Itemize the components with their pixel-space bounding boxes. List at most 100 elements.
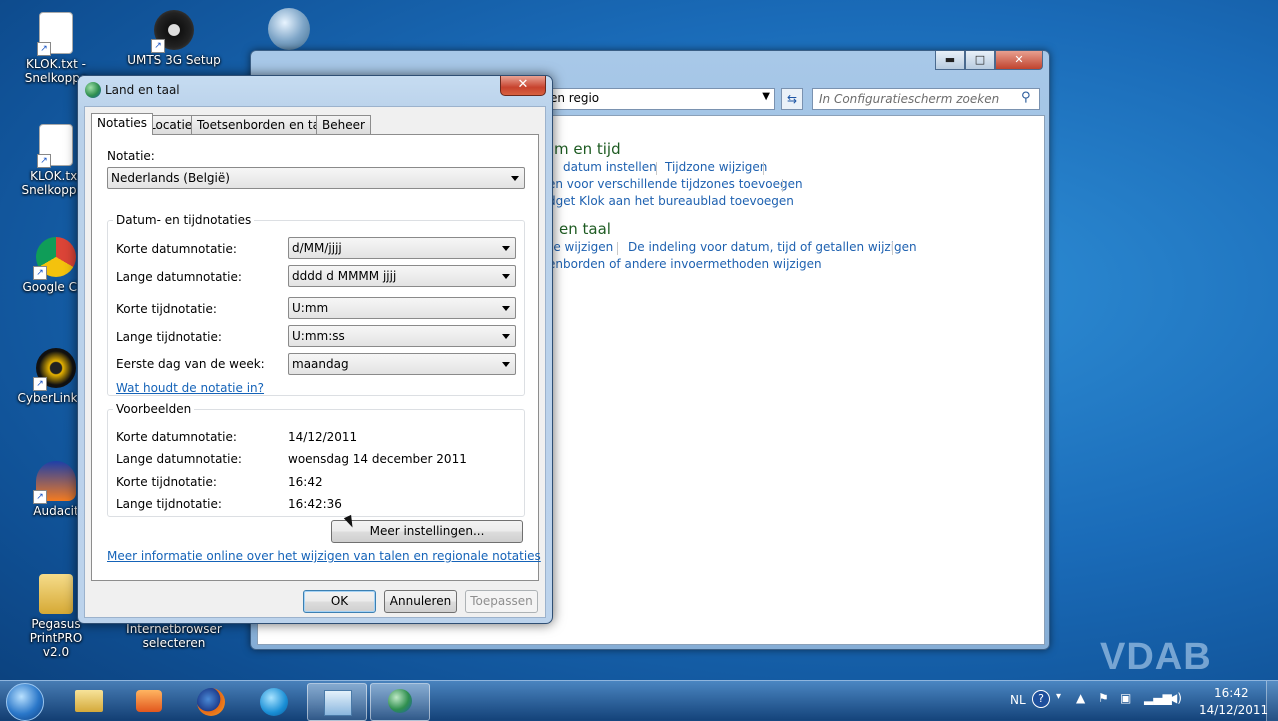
short-time-value: U:mm — [292, 301, 329, 315]
long-date-select[interactable]: dddd d MMMM jjjj — [288, 265, 516, 287]
firefox-taskbar-icon[interactable] — [182, 683, 240, 719]
chevron-down-icon[interactable]: ▼ — [762, 91, 770, 102]
minimize-button[interactable]: ▬ — [935, 51, 965, 70]
separator — [763, 162, 764, 175]
link-clocks[interactable]: en voor verschillende tijdzones toevoege… — [548, 177, 803, 191]
desktop-icon-label: UMTS 3G Setup — [127, 53, 221, 67]
example-value: 16:42:36 — [288, 497, 342, 511]
first-day-label: Eerste dag van de week: — [116, 357, 265, 371]
chevron-down-icon — [502, 334, 510, 339]
format-label: Notatie: — [107, 149, 155, 163]
vdab-watermark: VDAB — [1100, 636, 1212, 678]
dialog-title: Land en taal — [105, 83, 180, 97]
first-day-value: maandag — [292, 357, 349, 371]
long-time-select[interactable]: U:mm:ss — [288, 325, 516, 347]
action-center-flag-icon[interactable]: ⚑ — [1098, 691, 1109, 705]
short-time-select[interactable]: U:mm — [288, 297, 516, 319]
link-keyboards[interactable]: enborden of andere invoermethoden wijzig… — [548, 257, 822, 271]
link-gadget[interactable]: dget Klok aan het bureaublad toevoegen — [548, 194, 794, 208]
text-file-icon: ↗ — [37, 124, 73, 168]
dialog-close-button[interactable]: ✕ — [500, 76, 546, 96]
first-day-select[interactable]: maandag — [288, 353, 516, 375]
link-set-date[interactable]: datum instellen — [563, 160, 657, 174]
window-caption-buttons: ▬ □ ✕ — [935, 51, 1043, 70]
cancel-button[interactable]: Annuleren — [384, 590, 457, 613]
section-date-time-title[interactable]: m en tijd — [554, 140, 621, 158]
text-file-icon: ↗ — [37, 12, 73, 56]
chevron-down-icon — [511, 176, 519, 181]
media-player-taskbar-icon[interactable] — [120, 683, 178, 719]
example-label: Lange datumnotatie: — [116, 452, 242, 466]
tab-beheer[interactable]: Beheer — [316, 115, 371, 134]
refresh-icon[interactable]: ⇆ — [781, 88, 803, 110]
address-text: en regio — [550, 91, 600, 105]
link-timezone[interactable]: Tijdzone wijzigen — [665, 160, 767, 174]
example-value: 16:42 — [288, 475, 323, 489]
desktop-icon-label: Internetbrowser — [126, 622, 222, 636]
globe-shortcut-icon[interactable] — [268, 8, 310, 50]
control-panel-taskbar-icon[interactable] — [307, 683, 367, 721]
example-value: woensdag 14 december 2011 — [288, 452, 467, 466]
power-icon[interactable]: ▣ — [1120, 691, 1131, 705]
more-info-link[interactable]: Meer informatie online over het wijzigen… — [107, 549, 541, 563]
explorer-taskbar-icon[interactable] — [60, 683, 118, 719]
notaties-panel: Notatie: Nederlands (België) Datum- en t… — [91, 134, 541, 581]
short-date-select[interactable]: d/MM/jjjj — [288, 237, 516, 259]
link-change-location[interactable]: le wijzigen — [550, 240, 613, 254]
long-date-label: Lange datumnotatie: — [116, 270, 242, 284]
desktop-icon-label: v2.0 — [42, 645, 70, 659]
start-button[interactable] — [6, 683, 44, 721]
audacity-icon: ↗ — [33, 461, 76, 504]
example-value: 14/12/2011 — [288, 430, 358, 444]
help-icon[interactable]: ? — [1032, 690, 1050, 708]
more-settings-button[interactable]: Meer instellingen... — [331, 520, 523, 543]
umts-setup-icon: ↗ — [151, 10, 194, 53]
desktop-icon-label: KLOK.txt - — [26, 57, 86, 71]
short-time-label: Korte tijdnotatie: — [116, 302, 217, 316]
desktop-icon-label: selecteren — [142, 636, 206, 650]
address-bar[interactable]: en regio ▼ — [541, 88, 775, 110]
region-taskbar-icon[interactable] — [370, 683, 430, 721]
example-label: Lange tijdnotatie: — [116, 497, 222, 511]
example-label: Korte tijdnotatie: — [116, 475, 217, 489]
apply-button[interactable]: Toepassen — [465, 590, 538, 613]
tab-notaties[interactable]: Notaties — [91, 113, 154, 135]
close-button[interactable]: ✕ — [995, 51, 1043, 70]
short-date-label: Korte datumnotatie: — [116, 242, 237, 256]
format-select[interactable]: Nederlands (België) — [107, 167, 525, 189]
clock-date[interactable]: 14/12/2011 — [1199, 703, 1268, 717]
keyboard-settings-icon[interactable]: ▾ — [1056, 691, 1061, 702]
skype-taskbar-icon[interactable] — [245, 683, 303, 719]
globe-icon — [85, 82, 101, 98]
section-region-language-title[interactable]: en taal — [559, 220, 611, 238]
link-change-format[interactable]: De indeling voor datum, tijd of getallen… — [628, 240, 917, 254]
separator — [892, 242, 893, 255]
notation-help-link[interactable]: Wat houdt de notatie in? — [116, 381, 264, 395]
chevron-down-icon — [502, 274, 510, 279]
long-time-label: Lange tijdnotatie: — [116, 330, 222, 344]
desktop-icon-umts[interactable]: ↗ UMTS 3G Setup — [126, 10, 222, 67]
ok-button[interactable]: OK — [303, 590, 376, 613]
search-input[interactable]: In Configuratiescherm zoeken — [812, 88, 1040, 110]
desktop-icon-internetbrowser[interactable]: Internetbrowser selecteren — [126, 622, 222, 650]
taskbar: NL ? ▾ ▲ ⚑ ▣ ▂▄▆ ◀) 16:42 14/12/2011 — [0, 680, 1278, 721]
short-date-value: d/MM/jjjj — [292, 241, 342, 255]
volume-icon[interactable]: ◀) — [1168, 691, 1182, 705]
dialog-body: Notaties Locatie Toetsenborden en talen … — [84, 106, 546, 618]
search-icon[interactable]: ⚲ — [1021, 90, 1031, 105]
long-date-value: dddd d MMMM jjjj — [292, 269, 397, 283]
clock-time[interactable]: 16:42 — [1214, 686, 1249, 700]
chrome-icon: ↗ — [33, 237, 76, 280]
show-desktop-button[interactable] — [1266, 681, 1278, 721]
show-hidden-icons-icon[interactable]: ▲ — [1076, 691, 1085, 705]
folder-icon — [39, 574, 73, 614]
chevron-down-icon — [502, 246, 510, 251]
datetime-group-label: Datum- en tijdnotaties — [113, 213, 255, 227]
separator — [782, 179, 783, 192]
format-select-value: Nederlands (België) — [111, 171, 230, 185]
language-indicator[interactable]: NL — [1010, 693, 1026, 707]
maximize-button[interactable]: □ — [965, 51, 995, 70]
examples-group-label: Voorbeelden — [113, 402, 195, 416]
cyberlink-icon: ↗ — [33, 348, 76, 391]
region-language-dialog: Land en taal ✕ Notaties Locatie Toetsenb… — [77, 75, 553, 624]
